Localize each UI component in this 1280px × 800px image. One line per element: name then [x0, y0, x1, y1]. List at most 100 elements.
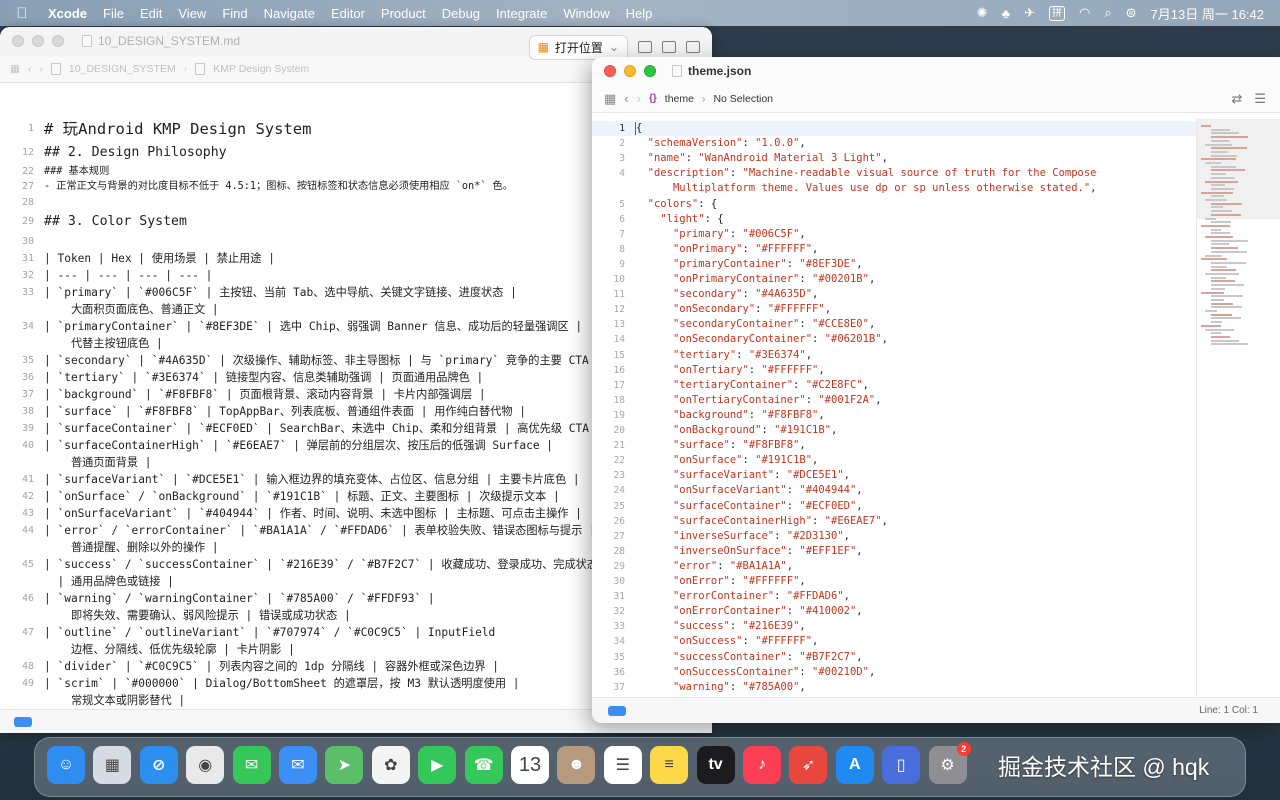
- json-line[interactable]: 37 "warning": "#785A00",: [592, 680, 1196, 695]
- minimize-window-button[interactable]: [32, 35, 44, 47]
- zoom-window-button[interactable]: [52, 35, 64, 47]
- debug-area-toggle-icon[interactable]: [14, 717, 32, 727]
- dock-rocket-typist-icon[interactable]: ➶: [789, 746, 828, 784]
- json-line[interactable]: 9 "primaryContainer": "#8EF3DE",: [592, 257, 1196, 272]
- json-line[interactable]: 30 "onError": "#FFFFFF",: [592, 574, 1196, 589]
- debug-area-toggle-icon[interactable]: [608, 706, 626, 716]
- wifi-icon[interactable]: ◠: [1079, 5, 1090, 21]
- json-line[interactable]: 7 "primary": "#006C5F",: [592, 227, 1196, 242]
- menu-window[interactable]: Window: [555, 6, 617, 21]
- back-icon[interactable]: ‹: [28, 63, 32, 75]
- json-line[interactable]: 14 "onSecondaryContainer": "#06201B",: [592, 332, 1196, 347]
- json-line[interactable]: 29 "error": "#BA1A1A",: [592, 559, 1196, 574]
- dock-contacts-icon[interactable]: ☻: [557, 746, 596, 784]
- dock-photos-icon[interactable]: ✿: [371, 746, 410, 784]
- json-line[interactable]: 23 "surfaceVariant": "#DCE5E1",: [592, 468, 1196, 483]
- json-line[interactable]: 8 "onPrimary": "#FFFFFF",: [592, 242, 1196, 257]
- json-line[interactable]: 32 "onErrorContainer": "#410002",: [592, 604, 1196, 619]
- breadcrumb-selection[interactable]: No Selection: [713, 93, 773, 105]
- close-window-button[interactable]: [604, 65, 616, 77]
- dock-reminders-icon[interactable]: ☰: [603, 746, 642, 784]
- json-line[interactable]: 1{: [592, 121, 1196, 137]
- json-line[interactable]: 5 "colors": {: [592, 197, 1196, 212]
- menu-help[interactable]: Help: [618, 6, 661, 21]
- json-line[interactable]: 17 "tertiaryContainer": "#C2E8FC",: [592, 378, 1196, 393]
- json-line[interactable]: 34 "onSuccess": "#FFFFFF",: [592, 634, 1196, 649]
- json-line[interactable]: 13 "secondaryContainer": "#CCE8E0",: [592, 317, 1196, 332]
- dock-finder-icon[interactable]: ☺: [47, 746, 85, 784]
- spotlight-search-icon[interactable]: ⌕: [1104, 5, 1111, 21]
- json-line[interactable]: 31 "errorContainer": "#FFDAD6",: [592, 589, 1196, 604]
- dock-launchpad-icon[interactable]: ▦: [93, 746, 132, 784]
- apple-menu-icon[interactable]: : [0, 5, 44, 22]
- grid-icon[interactable]: ▦: [604, 91, 616, 107]
- json-line[interactable]: 27 "inverseSurface": "#2D3130",: [592, 529, 1196, 544]
- dock-mail-icon[interactable]: ✉: [279, 746, 317, 784]
- json-line[interactable]: 15 "tertiary": "#3E6374",: [592, 348, 1196, 363]
- open-location-button[interactable]: ▦ 打开位置 ⌄: [528, 34, 628, 60]
- breadcrumb-section[interactable]: KMP Design System: [213, 63, 309, 75]
- json-line[interactable]: 2 "schemaVersion": "1.0.0",: [592, 136, 1196, 151]
- notification-bell-icon[interactable]: ♣: [1002, 6, 1011, 21]
- editor-options-icon[interactable]: ☰: [1254, 91, 1266, 107]
- menu-navigate[interactable]: Navigate: [256, 6, 323, 21]
- swap-arrows-icon[interactable]: ⇄: [1231, 91, 1242, 107]
- dock-facetime-icon[interactable]: ▶: [418, 746, 457, 784]
- feather-icon[interactable]: ✈: [1024, 5, 1035, 21]
- menu-debug[interactable]: Debug: [434, 6, 488, 21]
- forward-icon[interactable]: ›: [39, 63, 43, 75]
- zoom-window-button[interactable]: [644, 65, 656, 77]
- json-line[interactable]: 20 "onBackground": "#191C1B",: [592, 423, 1196, 438]
- breadcrumb-file[interactable]: 10_DESIGN_SYSTEM: [69, 63, 176, 75]
- dock-simulator-icon[interactable]: ▯: [882, 746, 921, 784]
- json-line[interactable]: 33 "success": "#216E39",: [592, 619, 1196, 634]
- dock-phone-icon[interactable]: ☎: [464, 746, 503, 784]
- json-line[interactable]: 35 "successContainer": "#B7F2C7",: [592, 650, 1196, 665]
- menubar-clock[interactable]: 7月13日 周一 16:42: [1151, 4, 1264, 23]
- menu-app-name[interactable]: Xcode: [44, 6, 95, 21]
- json-line[interactable]: 21 "surface": "#F8FBF8",: [592, 438, 1196, 453]
- json-line[interactable]: 6 "light": {: [592, 212, 1196, 227]
- breadcrumb-theme[interactable]: theme: [665, 93, 694, 105]
- json-line[interactable]: 36 "onSuccessContainer": "#00210D",: [592, 665, 1196, 680]
- menu-integrate[interactable]: Integrate: [488, 6, 555, 21]
- dock-chrome-icon[interactable]: ◉: [186, 746, 225, 784]
- control-center-icon[interactable]: ⊜: [1126, 5, 1137, 21]
- dock-apple-tv-icon[interactable]: tv: [696, 746, 735, 784]
- minimap[interactable]: [1196, 119, 1280, 697]
- dock-safari-icon[interactable]: ⊘: [139, 746, 178, 784]
- preview-toggle-icon[interactable]: [662, 41, 676, 53]
- close-window-button[interactable]: [12, 35, 24, 47]
- dock-system-settings-icon[interactable]: ⚙ 2: [928, 742, 971, 784]
- minimize-window-button[interactable]: [624, 65, 636, 77]
- dock-calendar-icon[interactable]: 13: [511, 746, 549, 784]
- menu-editor[interactable]: Editor: [323, 6, 373, 21]
- inspector-toggle-icon[interactable]: [686, 41, 700, 53]
- json-line[interactable]: 28 "inverseOnSurface": "#EFF1EF",: [592, 544, 1196, 559]
- json-line[interactable]: 10 "onPrimaryContainer": "#00201B",: [592, 272, 1196, 287]
- dock-app-store-icon[interactable]: A: [835, 746, 874, 784]
- json-line[interactable]: 16 "onTertiary": "#FFFFFF",: [592, 363, 1196, 378]
- json-line[interactable]: 4 "description": "Machine-readable visua…: [592, 166, 1196, 181]
- grid-icon[interactable]: ▦: [10, 63, 20, 75]
- menu-find[interactable]: Find: [214, 6, 255, 21]
- back-icon[interactable]: ‹: [624, 91, 628, 106]
- json-line[interactable]: 22 "onSurface": "#191C1B",: [592, 453, 1196, 468]
- dock-notes-icon[interactable]: ≡: [650, 746, 689, 784]
- json-line[interactable]: 19 "background": "#F8FBF8",: [592, 408, 1196, 423]
- json-line[interactable]: 25 "surfaceContainer": "#ECF0ED",: [592, 499, 1196, 514]
- dock-music-icon[interactable]: ♪: [743, 746, 781, 784]
- chatgpt-icon[interactable]: ✺: [977, 5, 988, 21]
- menu-edit[interactable]: Edit: [132, 6, 170, 21]
- menu-product[interactable]: Product: [373, 6, 434, 21]
- json-line[interactable]: 24 "onSurfaceVariant": "#404944",: [592, 483, 1196, 498]
- json-line[interactable]: 11 "secondary": "#4A635D",: [592, 287, 1196, 302]
- forward-icon[interactable]: ›: [637, 91, 641, 106]
- outline-toggle-icon[interactable]: [638, 41, 652, 53]
- json-line[interactable]: Multiplatform theme. Values use dp or sp…: [592, 181, 1196, 196]
- dock-messages-icon[interactable]: ✉: [232, 746, 271, 784]
- json-line[interactable]: 3 "name": "WanAndroid Material 3 Light",: [592, 151, 1196, 166]
- json-line[interactable]: 12 "onSecondary": "#FFFFFF",: [592, 302, 1196, 317]
- json-line[interactable]: 18 "onTertiaryContainer": "#001F2A",: [592, 393, 1196, 408]
- json-line[interactable]: 26 "surfaceContainerHigh": "#E6EAE7",: [592, 514, 1196, 529]
